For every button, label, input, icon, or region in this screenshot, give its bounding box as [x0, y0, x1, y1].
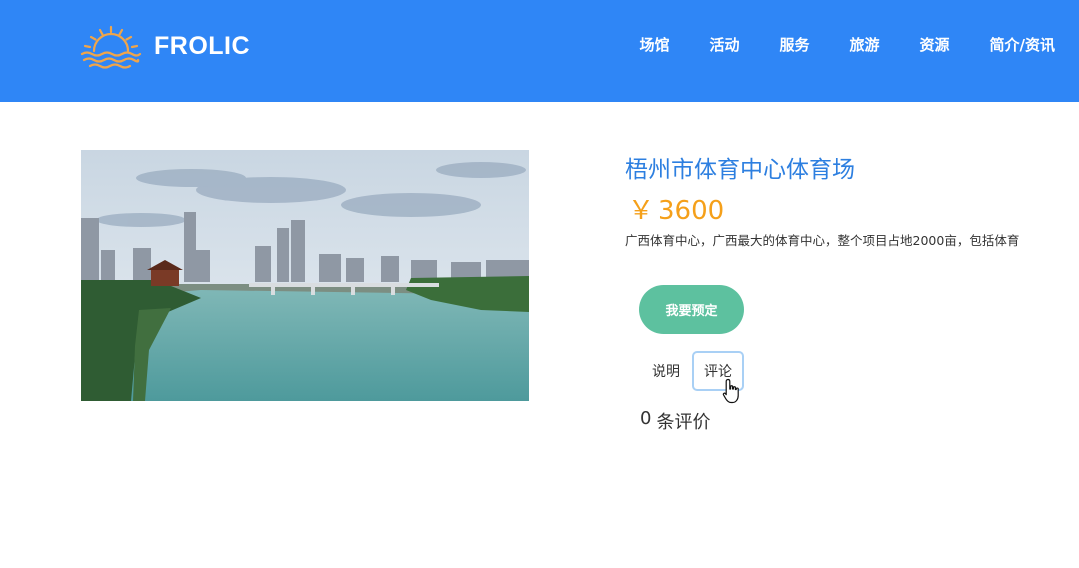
venue-description: 广西体育中心，广西最大的体育中心，整个项目占地2000亩，包括体育	[625, 233, 1020, 248]
nav-item-venues[interactable]: 场馆	[639, 34, 669, 55]
nav-item-travel[interactable]: 旅游	[849, 34, 879, 55]
nav-item-activities[interactable]: 活动	[709, 34, 739, 55]
review-count: 0 条评价	[640, 408, 710, 434]
brand-logo[interactable]: FROLIC	[80, 22, 250, 70]
currency-symbol: ￥	[628, 196, 655, 226]
venue-title: 梧州市体育中心体育场	[625, 157, 855, 183]
main-nav: 场馆 活动 服务 旅游 资源 简介/资讯	[599, 34, 1055, 55]
book-button[interactable]: 我要预定	[639, 285, 744, 334]
nav-item-services[interactable]: 服务	[779, 34, 809, 55]
nav-item-about-news[interactable]: 简介/资讯	[990, 34, 1055, 55]
hand-cursor-icon	[722, 378, 739, 404]
sunset-icon	[80, 25, 142, 69]
nav-item-resources[interactable]: 资源	[920, 34, 950, 55]
tab-description[interactable]: 说明	[644, 351, 688, 391]
review-count-number: 0	[640, 408, 652, 429]
venue-photo	[81, 150, 529, 401]
brand-name: FROLIC	[154, 31, 251, 60]
review-count-unit: 条评价	[656, 412, 711, 433]
site-header: FROLIC 场馆 活动 服务 旅游 资源 简介/资讯	[0, 0, 1079, 102]
venue-price: ￥ 3600	[628, 190, 724, 227]
price-value: 3600	[658, 196, 725, 226]
